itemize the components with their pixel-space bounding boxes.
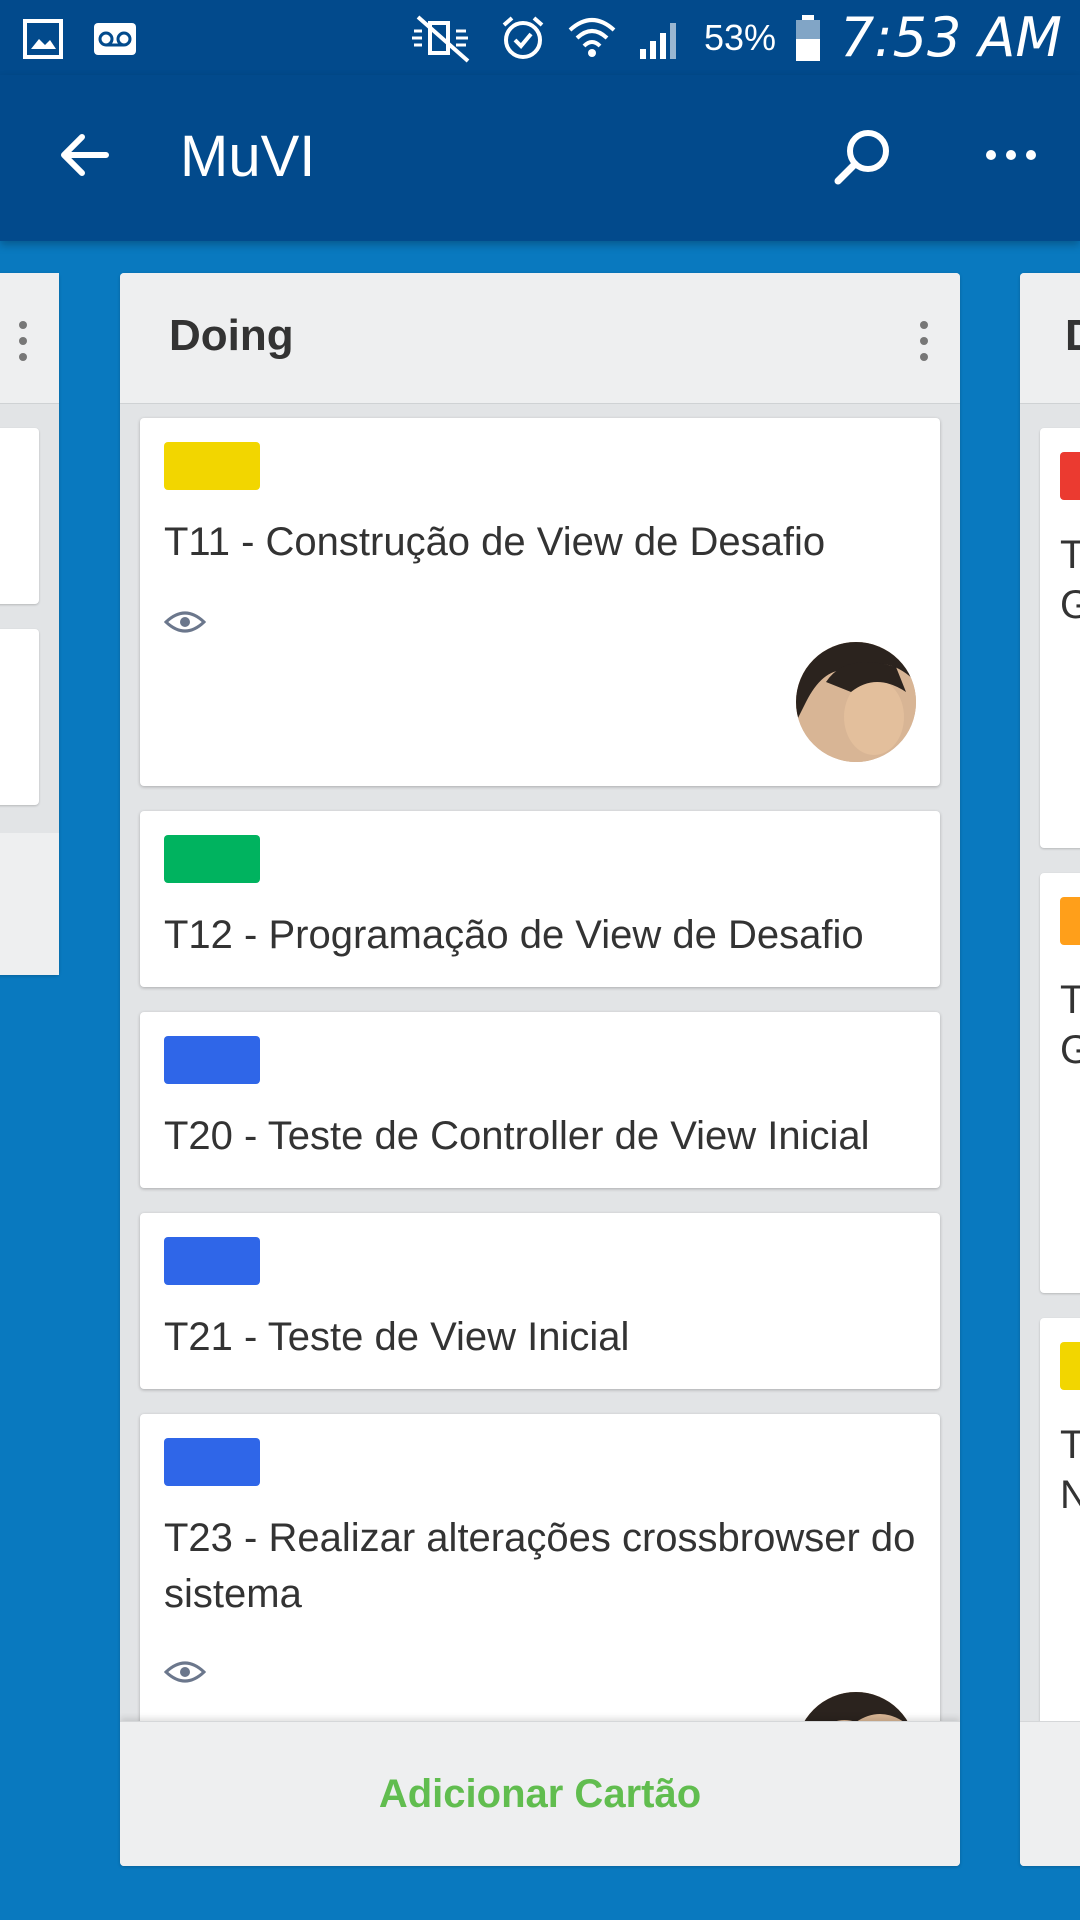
card-label (164, 1036, 260, 1084)
signal-icon (639, 22, 676, 59)
list-menu-icon[interactable] (17, 319, 29, 363)
search-icon[interactable] (828, 123, 898, 193)
card-label (164, 835, 260, 883)
card-title-peek: T (1060, 1423, 1080, 1467)
card-title-peek: G (1060, 1028, 1080, 1072)
card-label (164, 1438, 260, 1486)
list-left-peek[interactable] (0, 273, 59, 975)
list-right-card[interactable]: T G (1040, 428, 1080, 848)
list-title: Doing (169, 311, 294, 360)
battery-percent: 53% (703, 16, 777, 58)
add-card-button[interactable]: Adicionar Cartão (379, 1772, 701, 1817)
card-label (1060, 452, 1080, 500)
card-title: T20 - Teste de Controller de View Inicia… (164, 1114, 870, 1158)
card-label (1060, 1342, 1080, 1390)
card-title: T11 - Construção de View de Desafio (164, 520, 826, 564)
card-title: T23 - Realizar alterações crossbrowser d… (164, 1516, 916, 1616)
more-icon[interactable] (976, 125, 1046, 185)
status-left (22, 18, 138, 60)
card-title-peek: T (1060, 978, 1080, 1022)
list-doing: Doing T11 - Construção de View de Desafi… (120, 273, 960, 1866)
list-right-header: D (1020, 273, 1080, 404)
voicemail-icon (94, 23, 136, 55)
card-title-peek: T (1060, 533, 1080, 577)
list-right-peek[interactable]: D T G T G T N (1020, 273, 1080, 1866)
eye-icon (164, 611, 206, 633)
eye-icon (164, 1661, 206, 1683)
card[interactable]: T11 - Construção de View de Desafio (140, 418, 940, 786)
card[interactable]: T23 - Realizar alterações crossbrowser d… (140, 1414, 940, 1812)
list-right-footer[interactable] (1020, 1721, 1080, 1866)
board-title: MuVI (180, 124, 316, 189)
card[interactable]: T21 - Teste de View Inicial (140, 1213, 940, 1389)
status-bar: 53% 7:53 AM (0, 0, 1080, 75)
card-label (1060, 897, 1080, 945)
mute-icon (411, 14, 470, 63)
card-title-peek: N (1060, 1473, 1080, 1517)
card-label (164, 1237, 260, 1285)
card[interactable]: T12 - Programação de View de Desafio (140, 811, 940, 987)
card-title-peek: G (1060, 583, 1080, 627)
list-left-card[interactable] (0, 428, 39, 604)
battery-icon (796, 14, 821, 61)
gallery-icon (23, 19, 63, 59)
alarm-icon (502, 15, 544, 59)
clock: 7:53 AM (840, 6, 1062, 69)
list-right-card[interactable]: T G (1040, 873, 1080, 1293)
card-title: T21 - Teste de View Inicial (164, 1315, 630, 1359)
list-left-footer[interactable] (0, 833, 59, 975)
list-left-card[interactable] (0, 629, 39, 805)
list-header: Doing (120, 273, 960, 404)
card[interactable]: T20 - Teste de Controller de View Inicia… (140, 1012, 940, 1188)
card-title: T12 - Programação de View de Desafio (164, 913, 864, 957)
list-menu-icon[interactable] (918, 319, 930, 363)
status-right: 53% 7:53 AM (408, 6, 1062, 69)
card-label (164, 442, 260, 490)
wifi-icon (568, 17, 616, 57)
list-right-card[interactable]: T N (1040, 1318, 1080, 1738)
list-left-header (0, 273, 59, 404)
list-right-title: D (1065, 311, 1080, 361)
member-avatar[interactable] (796, 642, 916, 762)
back-arrow-icon[interactable] (54, 125, 114, 185)
app-bar: MuVI (0, 75, 1080, 241)
list-footer: Adicionar Cartão (120, 1721, 960, 1866)
